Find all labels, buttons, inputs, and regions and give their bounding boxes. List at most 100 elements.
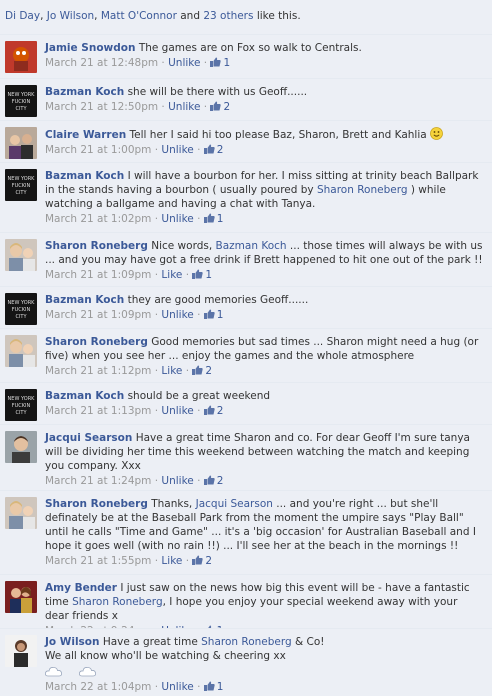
comment-item: NEW YORK FUCKIN CITY Bazman Koch should be…	[0, 382, 492, 424]
comment-author[interactable]: Bazman Koch	[45, 294, 124, 306]
avatar[interactable]	[5, 431, 37, 463]
comment-text: should be a great weekend	[127, 390, 271, 402]
svg-text:CITY: CITY	[15, 314, 27, 320]
separator: ,	[40, 10, 47, 22]
thumbs-up-icon	[210, 57, 222, 67]
comment-timestamp[interactable]: March 22 at 1:04pm	[45, 681, 151, 693]
comment-timestamp[interactable]: March 21 at 1:55pm	[45, 555, 151, 567]
like-toggle-link[interactable]: Like	[161, 555, 182, 567]
liker-link[interactable]: Jo Wilson	[47, 10, 94, 22]
comment-author[interactable]: Bazman Koch	[45, 170, 124, 182]
comment-meta: March 21 at 12:50pm · Unlike · 2	[45, 101, 231, 113]
avatar[interactable]: NEW YORK FUCKIN CITY	[5, 85, 37, 117]
separator: and	[176, 10, 204, 22]
svg-text:CITY: CITY	[15, 410, 27, 416]
like-count[interactable]: 1	[203, 309, 223, 321]
like-toggle-link[interactable]: Unlike	[161, 144, 193, 156]
like-toggle-link[interactable]: Unlike	[168, 57, 200, 69]
liker-link[interactable]: Di Day	[5, 10, 40, 22]
comment-text: Tell her I said hi too please Baz, Sharo…	[129, 129, 427, 141]
like-count[interactable]: 1	[203, 213, 223, 225]
like-toggle-link[interactable]: Unlike	[161, 475, 193, 487]
like-count[interactable]: 1	[203, 681, 223, 693]
like-toggle-link[interactable]: Unlike	[161, 681, 193, 693]
comment-item: Jo Wilson Have a great time Sharon Roneb…	[0, 628, 492, 696]
comment-meta: March 21 at 1:12pm · Like · 2	[45, 365, 213, 377]
comment-author[interactable]: Sharon Roneberg	[45, 336, 148, 348]
comment-author[interactable]: Sharon Roneberg	[45, 498, 148, 510]
like-toggle-link[interactable]: Unlike	[161, 405, 193, 417]
like-count[interactable]: 1	[192, 269, 212, 281]
like-count[interactable]: 2	[192, 555, 212, 567]
comment-item: NEW YORK FUCKIN CITY Bazman Koch they are …	[0, 286, 492, 328]
comment-item: Sharon Roneberg Thanks, Jacqui Searson .…	[0, 490, 492, 574]
tagged-user-link[interactable]: Jacqui Searson	[196, 498, 273, 510]
cloud-emoticon-icon	[45, 665, 63, 677]
comment-author[interactable]: Bazman Koch	[45, 86, 124, 98]
like-toggle-link[interactable]: Like	[161, 269, 182, 281]
comment-meta: March 21 at 1:24pm · Unlike · 2	[45, 475, 224, 487]
avatar[interactable]: NEW YORK FUCKIN CITY	[5, 389, 37, 421]
comment-meta: March 21 at 1:00pm · Unlike · 2	[45, 144, 224, 156]
comment-author[interactable]: Amy Bender	[45, 582, 117, 594]
thumbs-up-icon	[203, 475, 215, 485]
avatar[interactable]	[5, 239, 37, 271]
thumbs-up-icon	[192, 365, 204, 375]
like-toggle-link[interactable]: Unlike	[161, 309, 193, 321]
like-count[interactable]: 2	[203, 475, 223, 487]
avatar[interactable]	[5, 497, 37, 529]
comment-timestamp[interactable]: March 21 at 1:09pm	[45, 309, 151, 321]
avatar[interactable]	[5, 335, 37, 367]
comment-author[interactable]: Sharon Roneberg	[45, 240, 148, 252]
comment-timestamp[interactable]: March 21 at 1:12pm	[45, 365, 151, 377]
like-toggle-link[interactable]: Like	[161, 365, 182, 377]
comment-timestamp[interactable]: March 21 at 12:48pm	[45, 57, 158, 69]
others-link[interactable]: 23 others	[203, 10, 253, 22]
comment-timestamp[interactable]: March 21 at 1:24pm	[45, 475, 151, 487]
comment-item: Sharon Roneberg Nice words, Bazman Koch …	[0, 232, 492, 286]
avatar[interactable]	[5, 581, 37, 613]
comment-author[interactable]: Jacqui Searson	[45, 432, 132, 444]
comment-timestamp[interactable]: March 21 at 1:00pm	[45, 144, 151, 156]
likes-tail-text: like this.	[253, 10, 301, 22]
like-count[interactable]: 2	[203, 144, 223, 156]
comment-timestamp[interactable]: March 21 at 12:50pm	[45, 101, 158, 113]
comment-text: The games are on Fox so walk to Centrals…	[138, 42, 362, 54]
like-count[interactable]: 2	[203, 405, 223, 417]
avatar[interactable]	[5, 127, 37, 159]
comment-meta: March 21 at 1:09pm · Like · 1	[45, 269, 213, 281]
tagged-user-link[interactable]: Sharon Roneberg	[317, 184, 408, 196]
comment-timestamp[interactable]: March 21 at 1:02pm	[45, 213, 151, 225]
comment-meta: March 21 at 1:09pm · Unlike · 1	[45, 309, 224, 321]
comment-author[interactable]: Bazman Koch	[45, 390, 124, 402]
comment-text: & Co!	[291, 636, 325, 648]
comment-author[interactable]: Jamie Snowdon	[45, 42, 135, 54]
comment-meta: March 21 at 1:55pm · Like · 2	[45, 555, 213, 567]
thumbs-up-icon	[203, 309, 215, 319]
comment-timestamp[interactable]: March 21 at 1:09pm	[45, 269, 151, 281]
comment-item: Jamie Snowdon The games are on Fox so wa…	[0, 34, 492, 78]
avatar[interactable]	[5, 635, 37, 667]
tagged-user-link[interactable]: Sharon Roneberg	[72, 596, 163, 608]
like-toggle-link[interactable]: Unlike	[168, 101, 200, 113]
like-toggle-link[interactable]: Unlike	[161, 213, 193, 225]
comment-item: Jacqui Searson Have a great time Sharon …	[0, 424, 492, 490]
like-count[interactable]: 1	[210, 57, 230, 69]
svg-text:NEW YORK: NEW YORK	[8, 396, 36, 402]
liker-link[interactable]: Matt O'Connor	[101, 10, 177, 22]
comment-timestamp[interactable]: March 21 at 1:13pm	[45, 405, 151, 417]
svg-text:FUCKIN: FUCKIN	[12, 403, 31, 409]
thumbs-up-icon	[203, 144, 215, 154]
separator: ,	[94, 10, 101, 22]
tagged-user-link[interactable]: Bazman Koch	[216, 240, 287, 252]
comment-text: she will be there with us Geoff......	[127, 86, 308, 98]
comment-author[interactable]: Claire Warren	[45, 129, 126, 141]
comment-item: Amy Bender I just saw on the news how bi…	[0, 574, 492, 637]
like-count[interactable]: 2	[192, 365, 212, 377]
tagged-user-link[interactable]: Sharon Roneberg	[201, 636, 292, 648]
comment-author[interactable]: Jo Wilson	[45, 636, 100, 648]
avatar[interactable]	[5, 41, 37, 73]
avatar[interactable]: NEW YORK FUCKIN CITY	[5, 169, 37, 201]
like-count[interactable]: 2	[210, 101, 230, 113]
avatar[interactable]: NEW YORK FUCKIN CITY	[5, 293, 37, 325]
